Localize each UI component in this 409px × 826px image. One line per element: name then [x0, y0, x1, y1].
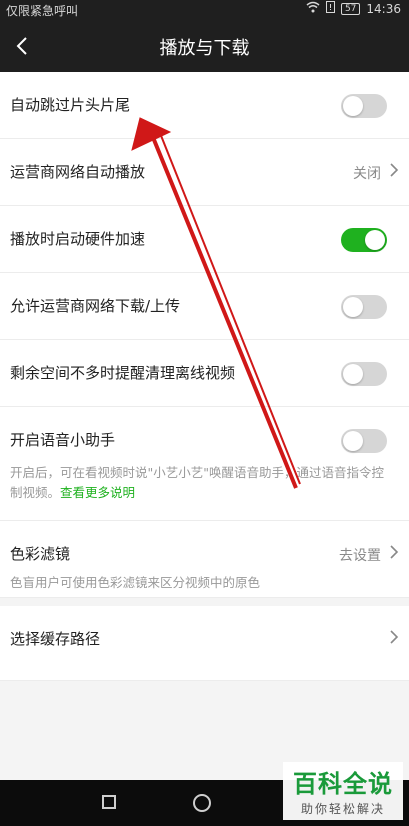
watermark-subtitle: 助你轻松解决 — [300, 802, 385, 816]
hw-accel-toggle[interactable] — [341, 228, 387, 252]
setting-label: 开启语音小助手 — [10, 431, 116, 449]
toggle-knob — [343, 96, 363, 116]
clock: 14:36 — [366, 1, 401, 16]
setting-value: 关闭 — [353, 166, 381, 182]
status-icons: 57 14:36 — [306, 1, 401, 16]
carrier-text: 仅限紧急呼叫 — [6, 4, 79, 18]
chevron-right-icon — [389, 628, 399, 646]
battery-icon: 57 — [340, 2, 361, 15]
watermark-title: 百科全说 — [293, 770, 393, 798]
setting-voice-assistant: 开启语音小助手 开启后，可在看视频时说"小艺小艺"唤醒语音助手，通过语音指令控制… — [0, 407, 409, 521]
toggle-knob — [343, 364, 363, 384]
setting-low-storage: 剩余空间不多时提醒清理离线视频 — [0, 340, 409, 407]
status-bar: 仅限紧急呼叫 57 14:36 — [0, 0, 409, 20]
setting-carrier-download: 允许运营商网络下载/上传 — [0, 273, 409, 340]
setting-description: 色盲用户可使用色彩滤镜来区分视频中的原色 — [10, 575, 261, 590]
toggle-knob — [343, 431, 363, 451]
settings-list: 自动跳过片头片尾 运营商网络自动播放 关闭 播放时启动硬件加速 允许运营商网络下… — [0, 72, 409, 681]
setting-label: 自动跳过片头片尾 — [10, 96, 131, 114]
setting-label: 允许运营商网络下载/上传 — [10, 297, 181, 315]
chevron-right-icon — [389, 543, 399, 561]
recent-apps-button[interactable] — [102, 795, 116, 809]
toggle-knob — [343, 297, 363, 317]
setting-description: 开启后，可在看视频时说"小艺小艺"唤醒语音助手，通过语音指令控制视频。查看更多说… — [10, 463, 393, 503]
setting-label: 剩余空间不多时提醒清理离线视频 — [10, 364, 236, 382]
watermark-logo: 百科全说 助你轻松解决 — [283, 762, 403, 820]
setting-value: 去设置 — [339, 548, 381, 564]
carrier-download-toggle[interactable] — [341, 295, 387, 319]
setting-hw-accel: 播放时启动硬件加速 — [0, 206, 409, 273]
setting-label: 色彩滤镜 — [10, 545, 71, 563]
setting-label: 运营商网络自动播放 — [10, 163, 146, 181]
header-bar: 播放与下载 — [0, 20, 409, 72]
chevron-right-icon — [389, 161, 399, 179]
setting-color-filter[interactable]: 色彩滤镜 去设置 色盲用户可使用色彩滤镜来区分视频中的原色 — [0, 521, 409, 598]
setting-label: 选择缓存路径 — [10, 630, 101, 648]
toggle-knob — [365, 230, 385, 250]
low-storage-toggle[interactable] — [341, 362, 387, 386]
setting-skip-intro: 自动跳过片头片尾 — [0, 72, 409, 139]
skip-intro-toggle[interactable] — [341, 94, 387, 118]
sim-alert-icon — [325, 1, 335, 16]
more-info-link[interactable]: 查看更多说明 — [60, 485, 135, 500]
page-title: 播放与下载 — [159, 38, 250, 59]
setting-cache-path[interactable]: 选择缓存路径 — [0, 598, 409, 681]
setting-label: 播放时启动硬件加速 — [10, 230, 146, 248]
wifi-icon — [306, 1, 320, 16]
setting-carrier-autoplay[interactable]: 运营商网络自动播放 关闭 — [0, 139, 409, 206]
voice-assistant-toggle[interactable] — [341, 429, 387, 453]
home-button[interactable] — [193, 794, 211, 812]
